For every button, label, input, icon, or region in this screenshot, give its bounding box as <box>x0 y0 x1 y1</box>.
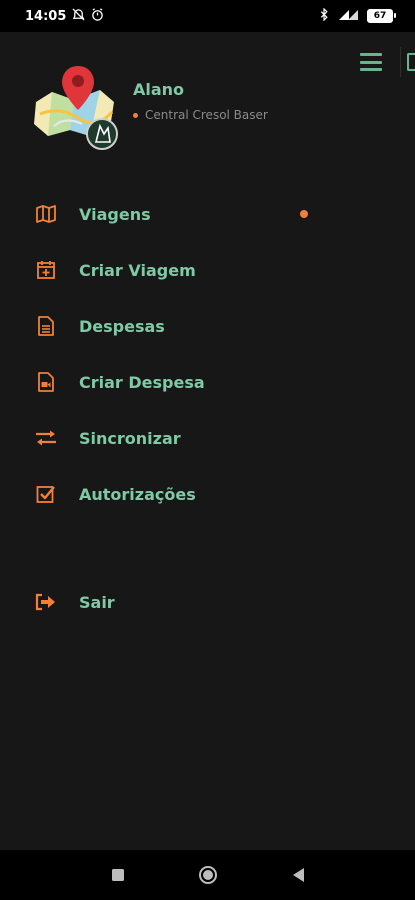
menu-label-sincronizar: Sincronizar <box>79 428 181 448</box>
menu-label-viagens: Viagens <box>79 204 151 224</box>
alarm-icon <box>91 7 104 25</box>
battery-icon: 67 <box>367 9 396 23</box>
system-nav-bar <box>0 850 415 900</box>
bluetooth-icon <box>320 7 329 24</box>
document-video-icon <box>35 371 57 393</box>
menu-item-criar-despesa[interactable]: Criar Despesa <box>0 358 415 406</box>
logout-icon <box>35 591 57 613</box>
status-left: 14:05 <box>25 7 104 25</box>
status-dot <box>133 112 138 118</box>
menu-label-despesas: Despesas <box>79 316 165 336</box>
profile-org: Central Cresol Baser <box>133 108 268 122</box>
status-time: 14:05 <box>25 8 67 24</box>
menu-label-sair: Sair <box>79 592 115 612</box>
status-bar: 14:05 67 <box>0 0 415 32</box>
notification-dot <box>300 210 308 218</box>
map-icon <box>35 203 57 225</box>
menu-item-criar-viagem[interactable]: Criar Viagem <box>0 246 415 294</box>
menu-item-viagens[interactable]: Viagens <box>0 190 415 238</box>
partial-icon[interactable] <box>407 53 415 71</box>
app-logo-map-icon <box>34 66 118 150</box>
profile-org-label: Central Cresol Baser <box>145 108 268 122</box>
recents-button[interactable] <box>108 865 128 885</box>
menu-label-criar-viagem: Criar Viagem <box>79 260 196 280</box>
signal-icon <box>337 8 359 24</box>
toolbar-divider <box>400 47 401 77</box>
profile-name: Alano <box>133 80 185 99</box>
menu-item-despesas[interactable]: Despesas <box>0 302 415 350</box>
calendar-plus-icon <box>35 259 57 281</box>
menu-item-sincronizar[interactable]: Sincronizar <box>0 414 415 462</box>
document-icon <box>35 315 57 337</box>
back-button[interactable] <box>288 865 308 885</box>
status-right: 67 <box>320 7 396 24</box>
menu-item-sair[interactable]: Sair <box>0 578 415 626</box>
alarm-off-icon <box>72 7 85 25</box>
sync-arrows-icon <box>35 427 57 449</box>
home-button[interactable] <box>198 865 218 885</box>
check-square-icon <box>35 483 57 505</box>
menu-label-criar-despesa: Criar Despesa <box>79 372 205 392</box>
menu-label-autorizacoes: Autorizações <box>79 484 196 504</box>
menu-item-autorizacoes[interactable]: Autorizações <box>0 470 415 518</box>
battery-level: 67 <box>373 11 387 21</box>
profile-header: Alano Central Cresol Baser <box>30 62 390 154</box>
